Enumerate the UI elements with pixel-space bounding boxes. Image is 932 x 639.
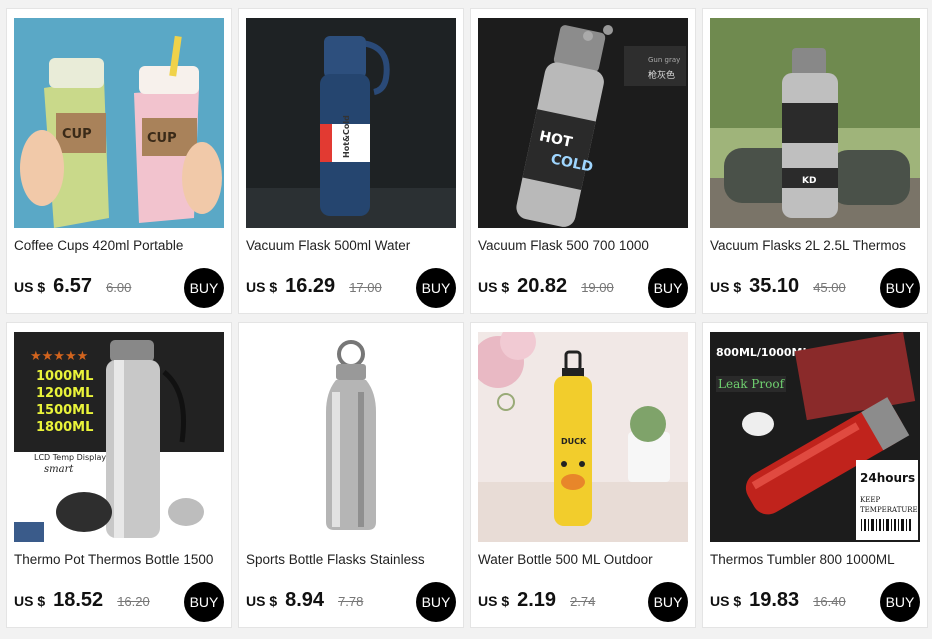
product-card[interactable]: Gun gray 枪灰色 HOT COLD Vacuum Flask 500 7… xyxy=(470,8,696,314)
product-image[interactable]: DUCK xyxy=(478,332,688,542)
original-price: 16.20 xyxy=(117,594,150,609)
product-image[interactable]: 800ML/1000ML Leak Proof 24hours KEEP TEM… xyxy=(710,332,920,542)
original-price: 16.40 xyxy=(813,594,846,609)
product-card[interactable]: Hot&Cold Vacuum Flask 500ml Water US $ 1… xyxy=(238,8,464,314)
image-overlay-text: Gun gray xyxy=(648,56,680,64)
original-price: 17.00 xyxy=(349,280,382,295)
image-overlay-text: Leak Proof xyxy=(718,377,786,391)
original-price: 2.74 xyxy=(570,594,596,609)
product-image[interactable]: CUP CUP xyxy=(14,18,224,228)
product-title[interactable]: Vacuum Flask 500ml Water xyxy=(246,238,458,253)
currency-label: US $ xyxy=(14,593,46,609)
product-image[interactable]: Hot&Cold xyxy=(246,18,456,228)
image-overlay-text: DUCK xyxy=(561,437,587,446)
price-row: US $ 20.82 19.00 xyxy=(478,275,614,301)
product-image[interactable]: KD xyxy=(710,18,920,228)
price-row: US $ 16.29 17.00 xyxy=(246,275,382,301)
price: 6.57 xyxy=(53,275,93,297)
currency-label: US $ xyxy=(246,593,278,609)
image-overlay-text: 1500ML xyxy=(36,403,93,418)
currency-label: US $ xyxy=(246,279,278,295)
product-title[interactable]: Coffee Cups 420ml Portable xyxy=(14,238,226,253)
price-row: US $ 18.52 16.20 xyxy=(14,589,150,615)
product-card[interactable]: 800ML/1000ML Leak Proof 24hours KEEP TEM… xyxy=(702,322,928,628)
currency-label: US $ xyxy=(478,279,510,295)
image-overlay-text: KD xyxy=(802,176,816,186)
original-price: 6.00 xyxy=(106,280,132,295)
image-overlay-text: CUP xyxy=(147,131,177,146)
original-price: 45.00 xyxy=(813,280,846,295)
currency-label: US $ xyxy=(478,593,510,609)
price: 8.94 xyxy=(285,589,325,611)
image-overlay-text: TEMPERATURE xyxy=(860,506,918,514)
buy-button[interactable]: BUY xyxy=(880,582,920,622)
buy-button[interactable]: BUY xyxy=(184,268,224,308)
svg-text:★★★★★: ★★★★★ xyxy=(30,349,88,364)
currency-label: US $ xyxy=(710,593,742,609)
product-title[interactable]: Vacuum Flask 500 700 1000 xyxy=(478,238,690,253)
price-row: US $ 2.19 2.74 xyxy=(478,589,595,615)
product-card[interactable]: DUCK Water Bottle 500 ML Outdoor US $ 2.… xyxy=(470,322,696,628)
image-overlay-text: 1000ML xyxy=(36,369,93,384)
image-overlay-text: 枪灰色 xyxy=(648,69,675,81)
original-price: 19.00 xyxy=(581,280,614,295)
image-overlay-text: smart xyxy=(44,464,74,475)
currency-label: US $ xyxy=(710,279,742,295)
product-image[interactable]: ★★★★★ 1000ML 1200ML 1500ML 1800ML LCD Te… xyxy=(14,332,224,542)
image-overlay-text: KEEP xyxy=(860,496,880,504)
image-overlay-text: Hot&Cold xyxy=(342,115,351,158)
price: 19.83 xyxy=(749,589,800,611)
product-image[interactable]: Gun gray 枪灰色 HOT COLD xyxy=(478,18,688,228)
price: 20.82 xyxy=(517,275,568,297)
product-title[interactable]: Water Bottle 500 ML Outdoor xyxy=(478,552,690,567)
price-row: US $ 19.83 16.40 xyxy=(710,589,846,615)
buy-button[interactable]: BUY xyxy=(880,268,920,308)
product-card[interactable]: CUP CUP Coffee Cups 420ml Portable US $ … xyxy=(6,8,232,314)
product-grid: CUP CUP Coffee Cups 420ml Portable US $ … xyxy=(6,8,928,628)
currency-label: US $ xyxy=(14,279,46,295)
price-row: US $ 35.10 45.00 xyxy=(710,275,846,301)
product-title[interactable]: Thermo Pot Thermos Bottle 1500 xyxy=(14,552,226,567)
product-card[interactable]: ★★★★★ 1000ML 1200ML 1500ML 1800ML LCD Te… xyxy=(6,322,232,628)
image-overlay-text: CUP xyxy=(62,127,92,142)
image-overlay-text: LCD Temp Display xyxy=(34,453,106,462)
buy-button[interactable]: BUY xyxy=(648,582,688,622)
price: 18.52 xyxy=(53,589,104,611)
product-image[interactable] xyxy=(246,332,456,542)
price: 35.10 xyxy=(749,275,800,297)
price: 16.29 xyxy=(285,275,336,297)
product-card[interactable]: Sports Bottle Flasks Stainless US $ 8.94… xyxy=(238,322,464,628)
image-overlay-text: 24hours xyxy=(860,471,915,485)
product-card[interactable]: KD Vacuum Flasks 2L 2.5L Thermos US $ 35… xyxy=(702,8,928,314)
product-title[interactable]: Vacuum Flasks 2L 2.5L Thermos xyxy=(710,238,922,253)
product-title[interactable]: Thermos Tumbler 800 1000ML xyxy=(710,552,922,567)
original-price: 7.78 xyxy=(338,594,364,609)
price-row: US $ 8.94 7.78 xyxy=(246,589,363,615)
price-row: US $ 6.57 6.00 xyxy=(14,275,131,301)
image-overlay-text: 1800ML xyxy=(36,420,93,435)
product-title[interactable]: Sports Bottle Flasks Stainless xyxy=(246,552,458,567)
buy-button[interactable]: BUY xyxy=(416,268,456,308)
image-overlay-text: 1200ML xyxy=(36,386,93,401)
buy-button[interactable]: BUY xyxy=(648,268,688,308)
buy-button[interactable]: BUY xyxy=(416,582,456,622)
price: 2.19 xyxy=(517,589,557,611)
buy-button[interactable]: BUY xyxy=(184,582,224,622)
